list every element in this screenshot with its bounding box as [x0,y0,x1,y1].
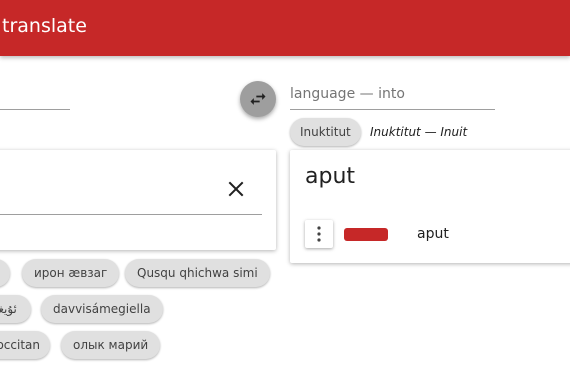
app-title: translate [2,15,87,37]
selected-language-description: Inuktitut — Inuit [370,125,468,139]
target-language-field[interactable]: language — into [290,84,495,110]
selected-language-chip[interactable]: Inuktitut [290,118,361,146]
language-chip[interactable]: Qusqu qhichwa simi [125,259,270,287]
language-chip[interactable]: occitan [0,331,50,359]
input-card [0,150,276,250]
app-bar: translate [0,0,570,56]
result-color-swatch [344,228,388,241]
close-icon [228,181,244,197]
language-chip[interactable]: ئۇيغۇ [0,295,31,323]
more-vert-icon [317,226,321,242]
result-word: aput [417,226,449,242]
language-chip[interactable]: ирон æвзаг [22,259,120,287]
swap-languages-button[interactable] [240,81,276,117]
language-chip[interactable]: davvisámegiella [41,295,163,323]
input-underline [0,214,262,215]
result-menu-button[interactable] [305,220,333,248]
swap-horiz-icon [250,93,266,105]
language-chip[interactable]: олык марий [61,331,161,359]
source-language-field[interactable] [0,94,70,110]
clear-input-button[interactable] [225,178,247,200]
language-chip-partial[interactable] [0,259,10,287]
target-language-placeholder: language — into [290,86,405,102]
output-word: aput [305,164,356,189]
output-card: aput aput [290,150,570,263]
